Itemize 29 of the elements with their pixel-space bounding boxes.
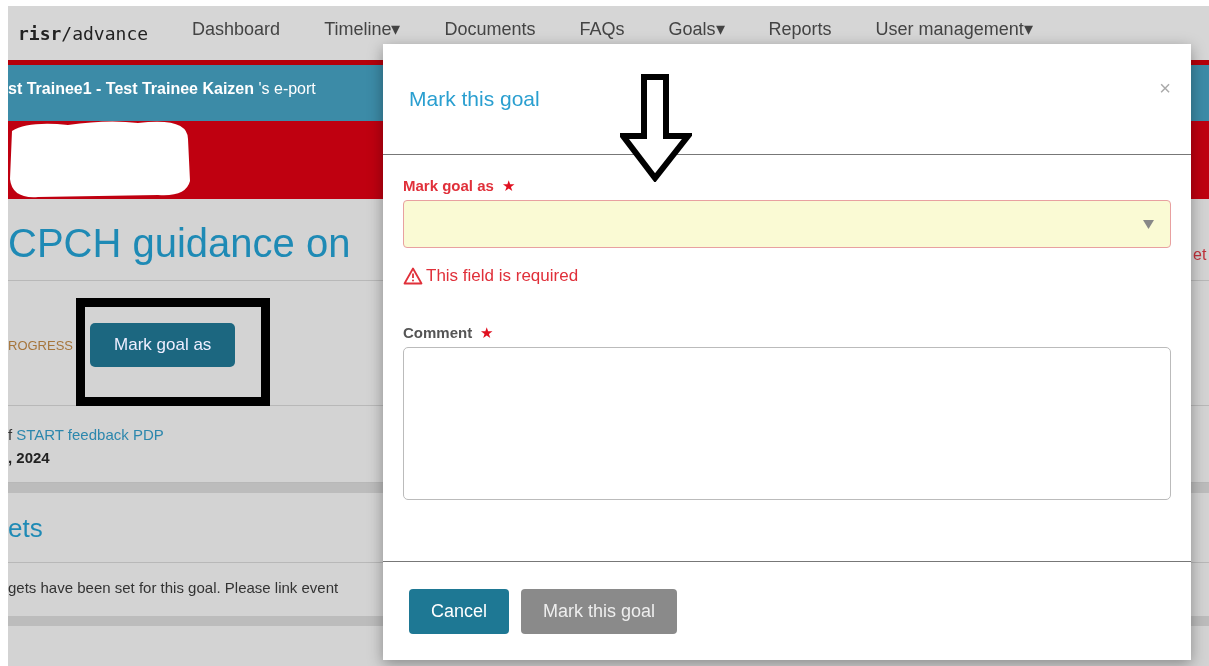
comment-field[interactable] — [403, 347, 1171, 500]
linked-prefix: f — [8, 426, 13, 443]
banner-text: st Trainee1 - Test Trainee Kaizen 's e-port — [8, 80, 316, 98]
logo[interactable]: risr/advance — [18, 22, 149, 44]
goal-date: , 2024 — [8, 448, 51, 468]
mark-goal-button[interactable]: Mark goal as — [90, 323, 236, 367]
field-label: Comment — [403, 324, 473, 342]
cancel-button[interactable]: Cancel — [409, 588, 510, 634]
nav-link[interactable]: FAQs — [579, 18, 625, 40]
required-mark: ★ — [480, 324, 494, 342]
goal-status: ROGRESS — [8, 337, 73, 353]
dropdown-arrow-icon — [1143, 219, 1154, 229]
nav-link[interactable]: Reports — [768, 18, 832, 40]
warning-icon — [403, 267, 423, 285]
field-label: Mark goal as — [403, 177, 494, 195]
targets-message: gets have been set for this goal. Please link event — [8, 578, 339, 598]
side-text: et — [1193, 246, 1207, 264]
nav-link[interactable]: Dashboard — [192, 18, 281, 40]
targets-heading: ets — [8, 512, 44, 545]
down-arrow-icon — [620, 74, 692, 182]
modal-title: Mark this goal — [409, 87, 540, 111]
nav-link[interactable]: User management▾ — [875, 18, 1033, 40]
select-field[interactable] — [403, 200, 1171, 248]
goal-title: CPCH guidance on — [8, 220, 351, 267]
error-message: This field is required — [426, 266, 579, 286]
nav-link[interactable]: Goals▾ — [668, 18, 725, 40]
nav-link[interactable]: Timeline▾ — [324, 18, 401, 40]
required-mark: ★ — [501, 177, 515, 195]
nav-link[interactable]: Documents — [444, 18, 536, 40]
